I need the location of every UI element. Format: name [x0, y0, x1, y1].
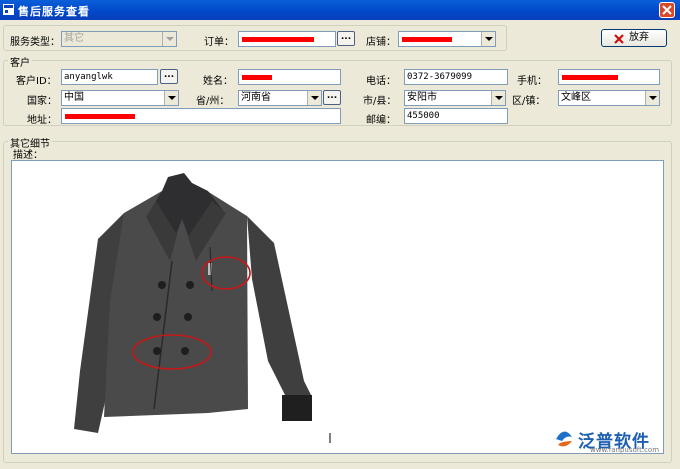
abandon-label: 放弃 [629, 32, 649, 43]
redacted-address [65, 114, 135, 119]
abandon-button[interactable]: 放弃 [601, 29, 667, 47]
window-title: 售后服务查看 [18, 5, 90, 18]
chevron-down-icon [481, 32, 495, 46]
district-select[interactable]: 文峰区 [558, 90, 660, 106]
district-label: 区/镇： [512, 96, 546, 107]
chevron-down-icon [162, 32, 176, 46]
chevron-down-icon [307, 91, 321, 105]
cuff [282, 395, 312, 421]
name-label: 姓名： [203, 76, 233, 87]
customer-group-title: 客户 [8, 54, 32, 69]
description-label: 描述： [13, 150, 43, 161]
country-value: 中国 [64, 92, 84, 103]
province-select[interactable]: 河南省 [238, 90, 322, 106]
customer-id-field[interactable]: anyanglwk [61, 69, 158, 85]
order-label: 订单： [204, 37, 234, 48]
province-value: 河南省 [241, 92, 271, 103]
name-field[interactable] [238, 69, 341, 85]
service-type-label: 服务类型： [10, 37, 60, 48]
city-label: 市/县： [363, 96, 397, 107]
order-browse-button[interactable]: ... [337, 31, 355, 46]
city-select[interactable]: 安阳市 [404, 90, 506, 106]
country-select[interactable]: 中国 [61, 90, 179, 106]
coat-photo [74, 173, 331, 443]
app-icon [3, 4, 14, 15]
province-label: 省/州： [196, 96, 230, 107]
chevron-down-icon [491, 91, 505, 105]
close-button[interactable] [659, 2, 675, 18]
service-type-select: 其它 [61, 31, 177, 47]
address-field[interactable] [61, 108, 341, 124]
chevron-down-icon [164, 91, 178, 105]
postcode-field[interactable]: 455000 [404, 108, 508, 124]
redacted-shop [402, 37, 452, 42]
phone-field[interactable]: 0372-3679099 [404, 69, 508, 85]
customer-browse-button[interactable]: ... [160, 69, 178, 84]
district-value: 文峰区 [561, 92, 591, 103]
redacted-mobile [562, 75, 618, 80]
country-label: 国家： [27, 96, 57, 107]
order-field[interactable] [238, 31, 336, 47]
redacted-name [242, 75, 272, 80]
close-icon [662, 5, 672, 15]
chevron-down-icon [645, 91, 659, 105]
brand-url: www.fanpusoft.com [590, 446, 660, 454]
customer-id-label: 客户ID： [16, 76, 57, 87]
redacted-order [242, 37, 314, 42]
brand-logo-icon [556, 431, 572, 447]
mobile-field[interactable] [558, 69, 660, 85]
phone-label: 电话： [366, 76, 396, 87]
province-browse-button[interactable]: ... [323, 90, 341, 105]
service-type-value: 其它 [64, 33, 84, 44]
after-sales-window: 售后服务查看 服务类型： 其它 订单： ... 店铺： 放弃 客户 客户ID： … [0, 0, 680, 469]
mobile-label: 手机： [517, 76, 547, 87]
address-label: 地址： [27, 115, 57, 126]
shop-label: 店铺： [366, 37, 396, 48]
cancel-x-icon [614, 34, 624, 44]
title-bar[interactable]: 售后服务查看 [0, 0, 680, 20]
postcode-label: 邮编： [366, 115, 396, 126]
shop-select[interactable] [398, 31, 496, 47]
city-value: 安阳市 [407, 92, 437, 103]
description-editor[interactable]: 泛普软件 www.fanpusoft.com [11, 160, 664, 454]
